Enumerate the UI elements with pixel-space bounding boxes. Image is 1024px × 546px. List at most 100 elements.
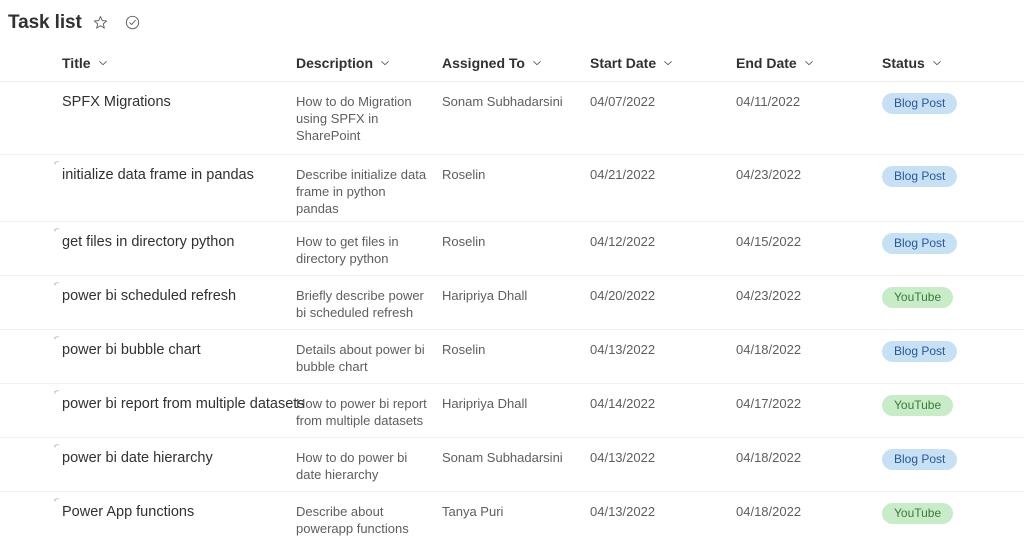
end-date-cell: 04/18/2022 <box>736 503 882 520</box>
status-badge[interactable]: YouTube <box>882 287 954 308</box>
description-cell: Describe about powerapp functions <box>296 503 442 537</box>
cell-title[interactable]: ⌐ power bi report from multiple datasets <box>0 386 305 413</box>
table-row[interactable]: ⌐ Power App functions Describe about power… <box>0 492 1024 546</box>
column-header-description-label: Description <box>296 54 374 71</box>
assigned-to-text: Roselin <box>442 234 486 249</box>
assigned-to-cell: Sonam Subhadarsini <box>442 449 590 466</box>
chevron-down-icon[interactable] <box>663 58 673 68</box>
task-title-text[interactable]: ⌐ power bi scheduled refresh <box>53 278 296 305</box>
cell-title[interactable]: ⌐ power bi bubble chart <box>0 332 296 359</box>
cell-title[interactable]: ⌐ power bi scheduled refresh <box>0 278 296 305</box>
task-title-text[interactable]: ⌐ power bi report from multiple datasets <box>53 386 305 413</box>
end-date-cell: 04/17/2022 <box>736 395 882 412</box>
status-badge[interactable]: Blog Post <box>882 233 958 254</box>
status-badge[interactable]: YouTube <box>882 503 954 524</box>
drag-marker-icon: ⌐ <box>52 331 61 343</box>
end-date-cell: 04/23/2022 <box>736 166 882 183</box>
column-header-status-label: Status <box>882 54 925 71</box>
assigned-to-cell: Roselin <box>442 166 590 183</box>
page-title: Task list <box>8 11 82 33</box>
chevron-down-icon[interactable] <box>932 58 942 68</box>
description-text: Describe about powerapp functions <box>296 504 409 536</box>
status-badge[interactable]: Blog Post <box>882 341 958 362</box>
start-date-text: 04/12/2022 <box>590 234 656 249</box>
table-row[interactable]: SPFX Migrations How to do Migration using… <box>0 82 1024 155</box>
status-badge[interactable]: Blog Post <box>882 449 958 470</box>
cell-title[interactable]: ⌐ Power App functions <box>0 494 296 521</box>
column-header-assigned-to[interactable]: Assigned To <box>442 55 590 71</box>
table-row[interactable]: ⌐ power bi date hierarchy How to do power … <box>0 438 1024 492</box>
assigned-to-text: Sonam Subhadarsini <box>442 450 563 465</box>
start-date-text: 04/14/2022 <box>590 396 656 411</box>
status-cell: Blog Post <box>882 233 1024 254</box>
table-row[interactable]: ⌐ power bi bubble chart Details about powe… <box>0 330 1024 384</box>
status-badge[interactable]: Blog Post <box>882 93 958 114</box>
column-header-description[interactable]: Description <box>296 55 442 71</box>
status-badge[interactable]: Blog Post <box>882 166 958 187</box>
drag-marker-icon: ⌐ <box>52 493 61 505</box>
status-cell: Blog Post <box>882 341 1024 362</box>
description-cell: How to do power bi date hierarchy <box>296 449 442 483</box>
drag-marker-icon: ⌐ <box>52 277 61 289</box>
start-date-cell: 04/14/2022 <box>590 395 736 412</box>
status-cell: YouTube <box>882 395 1024 416</box>
task-title-text[interactable]: ⌐ initialize data frame in pandas <box>53 157 296 184</box>
drag-marker-icon: ⌐ <box>52 156 61 168</box>
drag-marker-icon: ⌐ <box>52 439 61 451</box>
start-date-text: 04/07/2022 <box>590 94 656 109</box>
end-date-text: 04/15/2022 <box>736 234 802 249</box>
assigned-to-text: Roselin <box>442 167 486 182</box>
status-cell: YouTube <box>882 287 1024 308</box>
start-date-cell: 04/13/2022 <box>590 449 736 466</box>
table-row[interactable]: ⌐ initialize data frame in pandas Describe… <box>0 155 1024 222</box>
end-date-text: 04/18/2022 <box>736 450 802 465</box>
end-date-text: 04/23/2022 <box>736 167 802 182</box>
start-date-cell: 04/07/2022 <box>590 93 736 110</box>
start-date-cell: 04/13/2022 <box>590 341 736 358</box>
cell-title[interactable]: ⌐ initialize data frame in pandas <box>0 157 296 184</box>
table-row[interactable]: ⌐ get files in directory python How to get… <box>0 222 1024 276</box>
task-title-text[interactable]: ⌐ get files in directory python <box>53 224 296 251</box>
column-header-assigned-to-label: Assigned To <box>442 54 525 71</box>
end-date-text: 04/23/2022 <box>736 288 802 303</box>
chevron-down-icon[interactable] <box>98 58 108 68</box>
assigned-to-text: Haripriya Dhall <box>442 288 528 303</box>
chevron-down-icon[interactable] <box>532 58 542 68</box>
start-date-text: 04/21/2022 <box>590 167 656 182</box>
start-date-text: 04/13/2022 <box>590 450 656 465</box>
cell-title[interactable]: SPFX Migrations <box>0 93 296 111</box>
drag-marker-icon: ⌐ <box>52 385 61 397</box>
status-cell: Blog Post <box>882 93 1024 114</box>
assigned-to-text: Haripriya Dhall <box>442 396 528 411</box>
column-header-end-date[interactable]: End Date <box>736 55 882 71</box>
status-cell: Blog Post <box>882 449 1024 470</box>
assigned-to-cell: Roselin <box>442 233 590 250</box>
description-cell: How to get files in directory python <box>296 233 442 267</box>
start-date-cell: 04/13/2022 <box>590 503 736 520</box>
task-title-text[interactable]: SPFX Migrations <box>62 93 296 111</box>
check-circle-icon[interactable] <box>120 9 146 35</box>
end-date-text: 04/18/2022 <box>736 342 802 357</box>
star-icon[interactable] <box>88 9 114 35</box>
description-text: Details about power bi bubble chart <box>296 342 425 374</box>
cell-title[interactable]: ⌐ power bi date hierarchy <box>0 440 296 467</box>
column-header-start-date[interactable]: Start Date <box>590 55 736 71</box>
cell-title[interactable]: ⌐ get files in directory python <box>0 224 296 251</box>
task-title-text[interactable]: ⌐ power bi date hierarchy <box>53 440 296 467</box>
column-header-title[interactable]: Title <box>0 55 296 71</box>
task-title-text[interactable]: ⌐ power bi bubble chart <box>53 332 296 359</box>
start-date-cell: 04/20/2022 <box>590 287 736 304</box>
table-row[interactable]: ⌐ power bi scheduled refresh Briefly descr… <box>0 276 1024 330</box>
description-cell: Briefly describe power bi scheduled refr… <box>296 287 442 321</box>
chevron-down-icon[interactable] <box>804 58 814 68</box>
column-header-status[interactable]: Status <box>882 55 1024 71</box>
description-cell: Details about power bi bubble chart <box>296 341 442 375</box>
end-date-text: 04/18/2022 <box>736 504 802 519</box>
start-date-text: 04/13/2022 <box>590 504 656 519</box>
task-title-text[interactable]: ⌐ Power App functions <box>53 494 296 521</box>
assigned-to-cell: Roselin <box>442 341 590 358</box>
assigned-to-text: Roselin <box>442 342 486 357</box>
table-row[interactable]: ⌐ power bi report from multiple datasets H… <box>0 384 1024 438</box>
status-badge[interactable]: YouTube <box>882 395 954 416</box>
chevron-down-icon[interactable] <box>380 58 390 68</box>
